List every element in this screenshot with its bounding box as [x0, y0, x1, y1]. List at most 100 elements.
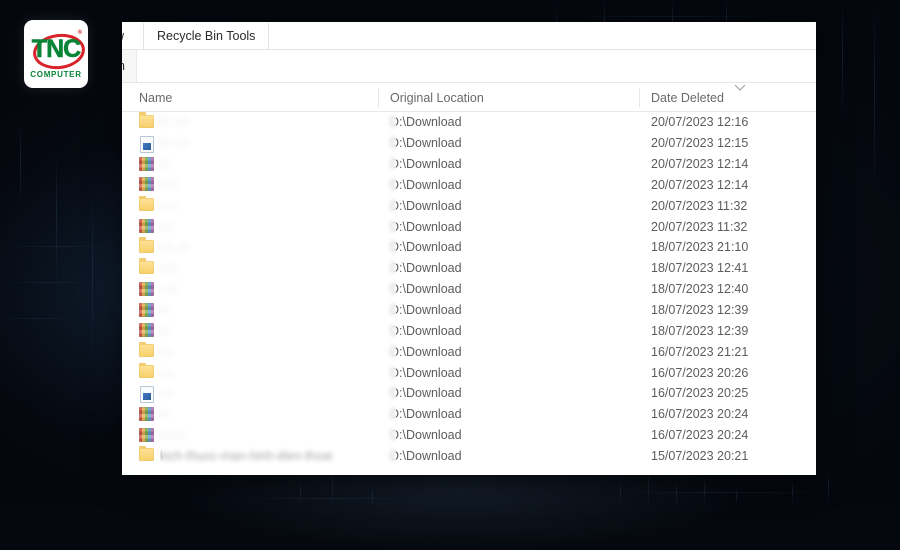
table-row[interactable]: sn D:\Download 20/07/2023 11:32 [122, 216, 816, 237]
image-icon [139, 427, 154, 442]
folder-icon [139, 237, 154, 253]
row-name[interactable]: sm [160, 199, 177, 213]
row-icon-cell [139, 427, 154, 443]
row-original-location: D:\Download [390, 136, 462, 151]
row-icon-cell [139, 302, 154, 318]
row-icon-cell [139, 323, 154, 338]
row-icon-cell [139, 135, 154, 153]
row-name[interactable]: ilc [160, 157, 172, 171]
row-date-deleted: 20/07/2023 11:32 [651, 219, 748, 234]
table-row[interactable]: lic nh D:\Download 20/07/2023 12:15 [122, 133, 816, 154]
folder-icon [139, 341, 154, 358]
row-original-location: D:\Download [390, 365, 462, 380]
image-icon [139, 323, 154, 338]
tnc-computer-logo: TNC ® COMPUTER [24, 20, 88, 88]
table-row[interactable]: cac D:\Download 18/07/2023 12:41 [122, 258, 816, 279]
row-date-deleted: 20/07/2023 12:14 [651, 157, 749, 172]
row-name[interactable]: cach [160, 428, 186, 442]
row-icon-cell [139, 362, 154, 380]
table-row[interactable]: sm D:\Download 20/07/2023 11:32 [122, 195, 816, 216]
column-header-date-deleted[interactable]: Date Deleted [651, 83, 724, 111]
table-row[interactable]: cach D:\Download 16/07/2023 20:24 [122, 425, 816, 446]
document-icon [140, 385, 154, 403]
row-date-deleted: 18/07/2023 12:40 [651, 282, 749, 297]
row-original-location: D:\Download [390, 386, 462, 401]
recycle-bin-file-list[interactable]: lic nh D:\Download 20/07/2023 12:16 lic nh D… [122, 112, 816, 475]
table-row[interactable]: ca all D:\Download 18/07/2023 21:10 [122, 237, 816, 258]
ribbon-tab-view[interactable]: w [122, 23, 143, 49]
row-name[interactable]: ilc [160, 303, 172, 317]
table-row[interactable]: li ih D:\Download 20/07/2023 12:14 [122, 175, 816, 196]
row-original-location: D:\Download [390, 240, 462, 255]
row-name[interactable]: lic nh [160, 136, 189, 150]
row-name[interactable]: sn [160, 220, 173, 234]
table-row[interactable]: ilc D:\Download 18/07/2023 12:39 [122, 300, 816, 321]
row-original-location: D:\Download [390, 261, 462, 276]
table-row[interactable]: ilc D:\Download 18/07/2023 12:39 [122, 320, 816, 341]
row-icon-cell [139, 258, 154, 276]
row-icon-cell [139, 406, 154, 422]
row-date-deleted: 16/07/2023 20:24 [651, 407, 749, 422]
row-name[interactable]: cac [160, 282, 179, 296]
column-header-original-location[interactable]: Original Location [390, 83, 484, 111]
row-icon-cell [139, 445, 154, 463]
ribbon-tab-recycle-bin-tools[interactable]: Recycle Bin Tools [143, 23, 270, 49]
image-icon [139, 219, 154, 234]
row-original-location: D:\Download [390, 198, 462, 213]
column-header-row: Name Original Location Date Deleted [122, 83, 816, 112]
row-icon-cell [139, 281, 154, 297]
row-name[interactable]: ilc [160, 407, 172, 421]
row-date-deleted: 20/07/2023 12:14 [651, 177, 749, 192]
image-icon [139, 177, 154, 192]
row-date-deleted: 20/07/2023 12:16 [651, 115, 749, 130]
row-date-deleted: 16/07/2023 20:26 [651, 365, 749, 380]
table-row[interactable]: ca D:\Download 16/07/2023 21:21 [122, 341, 816, 362]
row-icon-cell [139, 156, 154, 172]
image-icon [139, 281, 154, 296]
table-row[interactable]: lic nh D:\Download 20/07/2023 12:16 [122, 112, 816, 133]
row-icon-cell [139, 219, 154, 234]
row-name[interactable]: ilc [160, 324, 172, 338]
row-date-deleted: 18/07/2023 12:39 [651, 303, 749, 318]
row-name[interactable]: ca [160, 386, 173, 400]
column-header-name[interactable]: Name [139, 83, 172, 111]
ribbon-group-label: n [122, 59, 132, 73]
row-name[interactable]: ca all [160, 240, 189, 254]
row-name[interactable]: ca [160, 345, 173, 359]
chevron-down-icon [734, 84, 746, 91]
ribbon-surface [136, 50, 816, 82]
row-original-location: D:\Download [390, 407, 462, 422]
row-date-deleted: 15/07/2023 20:21 [651, 448, 749, 463]
table-row[interactable]: cac D:\Download 18/07/2023 12:40 [122, 279, 816, 300]
table-row[interactable]: ca D:\Download 16/07/2023 20:26 [122, 362, 816, 383]
row-name[interactable]: lic nh [160, 115, 189, 129]
logo-letters: TNC [31, 34, 81, 63]
row-original-location: D:\Download [390, 323, 462, 338]
row-icon-cell [139, 385, 154, 403]
table-row[interactable]: ca D:\Download 16/07/2023 20:25 [122, 383, 816, 404]
image-icon [139, 156, 154, 171]
row-icon-cell [139, 177, 154, 192]
row-original-location: D:\Download [390, 282, 462, 297]
row-name[interactable]: ca [160, 366, 173, 380]
folder-icon [139, 258, 154, 274]
column-divider-1[interactable] [378, 88, 379, 107]
row-original-location: D:\Download [390, 428, 462, 443]
table-row[interactable]: ilc D:\Download 16/07/2023 20:24 [122, 404, 816, 425]
table-row[interactable]: kich-thuoc-man-hinh-dien-thoai D:\Downloa… [122, 445, 816, 467]
row-date-deleted: 16/07/2023 21:21 [651, 344, 749, 359]
row-icon-cell [139, 341, 154, 359]
row-original-location: D:\Download [390, 303, 462, 318]
row-name[interactable]: cac [160, 261, 179, 275]
image-icon [139, 406, 154, 421]
file-explorer-window: wRecycle Bin Tools n Name Original Locat… [122, 22, 816, 475]
row-date-deleted: 16/07/2023 20:25 [651, 386, 749, 401]
row-name[interactable]: li ih [160, 178, 179, 192]
ribbon-tab-strip: wRecycle Bin Tools [122, 22, 816, 50]
row-original-location: D:\Download [390, 219, 462, 234]
row-original-location: D:\Download [390, 177, 462, 192]
row-date-deleted: 20/07/2023 11:32 [651, 198, 748, 213]
row-name[interactable]: kich-thuoc-man-hinh-dien-thoai [160, 449, 332, 463]
column-divider-2[interactable] [639, 88, 640, 107]
table-row[interactable]: ilc D:\Download 20/07/2023 12:14 [122, 154, 816, 175]
